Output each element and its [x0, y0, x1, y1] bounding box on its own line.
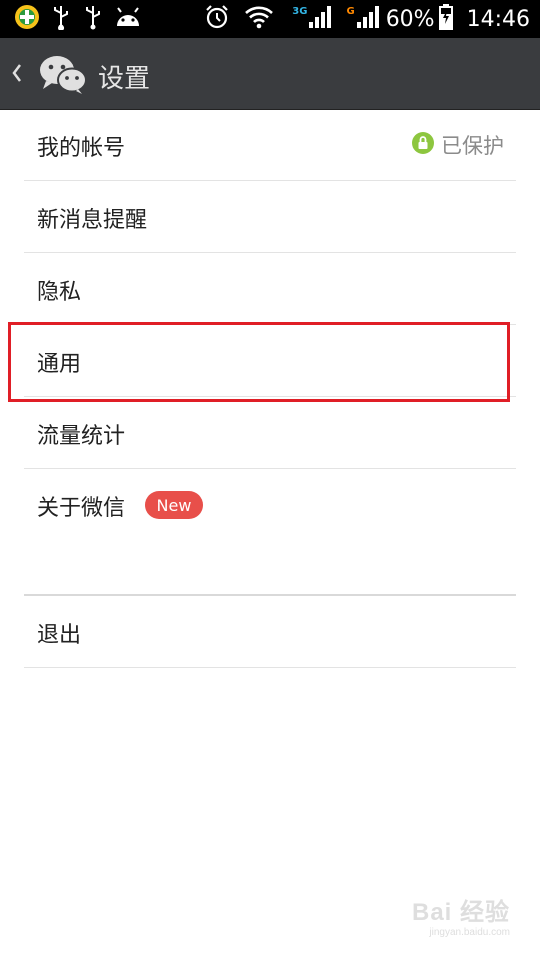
title-bar: 设置	[0, 38, 540, 110]
watermark-sub: jingyan.baidu.com	[429, 927, 510, 938]
alarm-icon	[204, 4, 230, 34]
new-badge: New	[145, 491, 203, 519]
network-3g-label: 3G	[292, 5, 308, 17]
section-divider	[24, 594, 516, 596]
page-title: 设置	[98, 64, 151, 94]
settings-item-label: 新消息提醒	[37, 208, 148, 233]
settings-item-label: 我的帐号	[37, 136, 126, 161]
battery-charging-icon	[438, 4, 453, 34]
status-time: 14:46	[466, 6, 530, 32]
app-badge-icon	[14, 4, 40, 34]
account-status: 已保护	[411, 130, 504, 160]
status-bar: 3G G 60% 14:46	[0, 0, 540, 38]
usb-icon	[50, 4, 72, 34]
wechat-logo-icon[interactable]	[38, 53, 88, 99]
settings-item-label: 退出	[37, 623, 82, 648]
settings-item-label: 隐私	[37, 280, 82, 305]
account-status-text: 已保护	[441, 134, 504, 158]
settings-item-label: 关于微信	[37, 496, 126, 521]
settings-item-label: 流量统计	[37, 424, 126, 449]
battery-percent: 60%	[385, 6, 435, 32]
settings-item-traffic[interactable]: 流量统计	[24, 398, 516, 469]
watermark-main: Bai 经验	[411, 899, 510, 926]
status-bar-right: 3G G 60% 14:46	[204, 0, 530, 38]
status-bar-left	[14, 4, 142, 34]
watermark: Bai 经验 jingyan.baidu.com	[412, 892, 510, 938]
chevron-left-icon[interactable]	[10, 62, 24, 88]
highlight-box	[8, 322, 510, 402]
settings-item-notifications[interactable]: 新消息提醒	[24, 182, 516, 253]
usb-icon	[82, 4, 104, 34]
settings-item-logout[interactable]: 退出	[24, 597, 516, 668]
signal-g-icon	[356, 5, 380, 33]
lock-icon	[411, 131, 435, 159]
settings-item-account[interactable]: 我的帐号 已保护	[24, 110, 516, 181]
settings-item-privacy[interactable]: 隐私	[24, 254, 516, 325]
settings-item-about[interactable]: 关于微信 New	[24, 470, 516, 541]
network-g-label: G	[346, 5, 355, 17]
signal-3g-icon	[308, 5, 332, 33]
wifi-icon	[244, 5, 274, 33]
android-icon	[114, 6, 142, 32]
